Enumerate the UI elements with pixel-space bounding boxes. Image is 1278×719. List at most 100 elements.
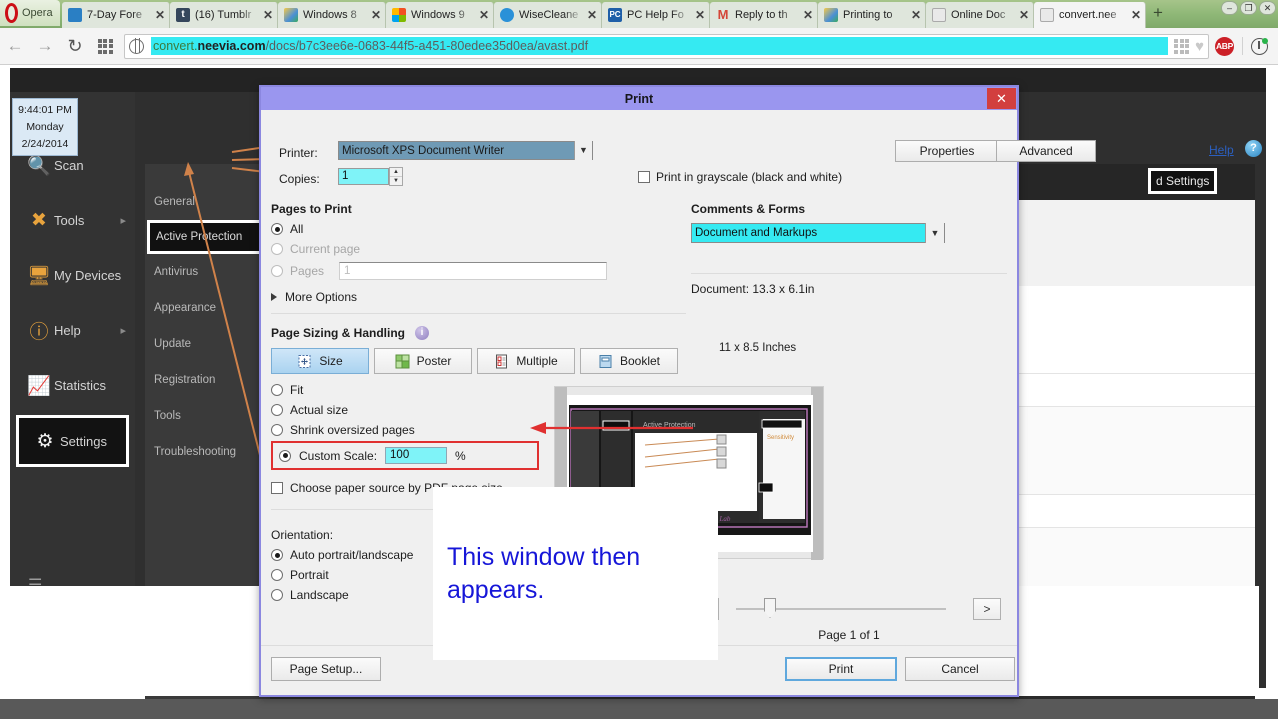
copies-stepper[interactable]: ▲ ▼ [389,167,403,186]
close-icon[interactable]: ✕ [479,9,489,21]
pages-option-current[interactable]: Current page [271,242,686,256]
download-icon[interactable] [1251,37,1268,55]
radio-landscape[interactable] [271,589,283,601]
sidebar-item-settings[interactable]: ⚙ Settings [16,415,129,467]
shield-settings-button[interactable]: d Settings [1148,168,1218,194]
tab-printing-to[interactable]: Printing to ✕ [818,2,926,28]
close-icon[interactable]: ✕ [987,88,1016,109]
settings-nav-troubleshooting[interactable]: Troubleshooting [145,434,270,470]
tab-convert-neevia[interactable]: convert.nee ✕ [1034,2,1146,28]
radio-auto-orientation[interactable] [271,549,283,561]
grayscale-checkbox[interactable] [638,171,650,183]
stepper-up-icon[interactable]: ▲ [390,168,402,177]
radio-portrait[interactable] [271,569,283,581]
radio-shrink-oversized[interactable] [271,424,283,436]
radio-current-page[interactable] [271,243,283,255]
sizing-option-actual-label: Actual size [290,403,349,417]
settings-nav-general[interactable]: General [145,184,270,220]
sidebar-item-help[interactable]: ⓘ Help ▸ [10,303,135,358]
next-page-button[interactable]: > [973,598,1001,620]
help-circle-icon[interactable]: ? [1245,140,1262,157]
tab-pc-help-forum[interactable]: PC PC Help Fo ✕ [602,2,710,28]
settings-nav-appearance[interactable]: Appearance [145,290,270,326]
cancel-button[interactable]: Cancel [905,657,1015,681]
reload-icon[interactable]: ↻ [60,31,90,61]
adblock-plus-icon[interactable]: ABP [1215,36,1234,56]
close-icon[interactable]: ✕ [911,9,921,21]
pages-option-all-label: All [290,222,304,236]
close-icon[interactable]: ✕ [1019,9,1029,21]
tab-windows-8[interactable]: Windows 8 ✕ [278,2,386,28]
tab-gmail-reply[interactable]: M Reply to th ✕ [710,2,818,28]
close-window-button[interactable]: ✕ [1259,1,1276,15]
multiple-button[interactable]: Multiple [477,348,575,374]
close-icon[interactable]: ✕ [371,9,381,21]
grayscale-label: Print in grayscale (black and white) [656,170,843,184]
nav-label: Update [154,338,192,350]
poster-button[interactable]: Poster [374,348,472,374]
heart-icon[interactable]: ♥ [1195,38,1204,55]
choose-paper-source-checkbox[interactable] [271,482,283,494]
print-dialog-title: Print [624,91,654,106]
grid-icon[interactable] [1174,38,1190,54]
close-icon[interactable]: ✕ [263,9,273,21]
copies-input[interactable]: 1 [338,168,389,185]
properties-button[interactable]: Properties [895,140,999,162]
close-icon[interactable]: ✕ [587,9,597,21]
minimize-button[interactable]: – [1221,1,1238,15]
sidebar-item-my-devices[interactable]: 🖥 My Devices [10,248,135,303]
settings-nav-update[interactable]: Update [145,326,270,362]
pages-option-all[interactable]: All [271,222,686,236]
chevron-down-icon[interactable]: ▼ [574,141,592,160]
address-bar[interactable]: convert.neevia.com/docs/b7c3ee6e-0683-44… [124,33,1209,59]
radio-actual-size[interactable] [271,404,283,416]
speed-dial-icon[interactable] [90,31,120,61]
more-options-toggle[interactable]: More Options [271,290,686,304]
close-icon[interactable]: ✕ [155,9,165,21]
pages-range-input[interactable]: 1 [339,262,608,280]
size-button[interactable]: Size [271,348,369,374]
close-icon[interactable]: ✕ [695,9,705,21]
divider-3 [691,273,1007,274]
close-icon[interactable]: ✕ [1131,9,1141,21]
settings-nav-antivirus[interactable]: Antivirus [145,254,270,290]
comments-forms-select[interactable]: Document and Markups ▼ [691,223,945,243]
booklet-button[interactable]: Booklet [580,348,678,374]
settings-nav-active-protection[interactable]: Active Protection [147,220,268,254]
chevron-down-icon[interactable]: ▼ [925,223,944,243]
stepper-down-icon[interactable]: ▼ [390,177,402,185]
tab-wisecleaner[interactable]: WiseCleane ✕ [494,2,602,28]
url-text[interactable]: convert.neevia.com/docs/b7c3ee6e-0683-44… [151,37,1169,55]
maximize-button[interactable]: ❐ [1240,1,1257,15]
slider-thumb[interactable] [764,598,776,618]
radio-pages[interactable] [271,265,283,277]
tab-online-doc[interactable]: Online Doc ✕ [926,2,1034,28]
grayscale-checkbox-row[interactable]: Print in grayscale (black and white) [638,170,842,184]
custom-scale-input[interactable]: 100 [385,447,448,464]
forward-icon[interactable]: → [30,31,60,61]
tab-7-day-forecast[interactable]: 7-Day Fore ✕ [62,2,170,28]
info-icon[interactable]: i [415,326,430,340]
tab-title: (16) Tumblr [195,9,252,21]
back-icon[interactable]: ← [0,31,30,61]
sidebar-item-tools[interactable]: ✖ Tools ▸ [10,193,135,248]
help-link[interactable]: Help [1209,143,1234,157]
radio-all[interactable] [271,223,283,235]
print-button[interactable]: Print [785,657,897,681]
pages-option-pages[interactable]: Pages 1 [271,262,686,280]
page-setup-button[interactable]: Page Setup... [271,657,381,681]
new-tab-button[interactable]: + [1153,4,1163,21]
tab-windows-9[interactable]: Windows 9 ✕ [386,2,494,28]
pages-option-current-label: Current page [290,242,361,256]
preview-zoom-slider[interactable] [736,598,946,618]
settings-nav-tools[interactable]: Tools [145,398,270,434]
printer-select[interactable]: Microsoft XPS Document Writer ▼ [338,141,593,160]
radio-custom-scale[interactable] [279,449,291,462]
tab-tumblr[interactable]: t (16) Tumblr ✕ [170,2,278,28]
advanced-button[interactable]: Advanced [996,140,1096,162]
sidebar-item-statistics[interactable]: 📈 Statistics [10,358,135,413]
settings-nav-registration[interactable]: Registration [145,362,270,398]
radio-fit[interactable] [271,384,283,396]
close-icon[interactable]: ✕ [803,9,813,21]
opera-home-tab[interactable]: Opera [0,0,60,26]
